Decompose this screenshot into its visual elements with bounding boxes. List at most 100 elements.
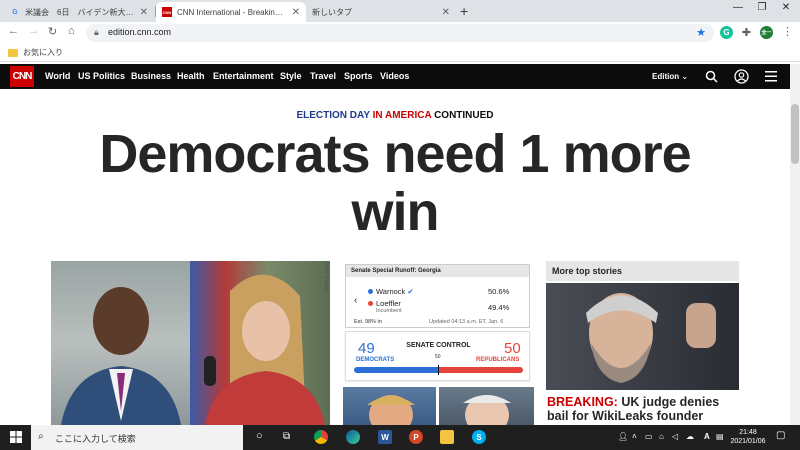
portrait-illustration [61, 287, 181, 425]
tab-title: CNN International - Breaking Ne [177, 7, 286, 17]
loeffler-photo[interactable] [190, 261, 330, 425]
trump-photo[interactable] [343, 387, 436, 425]
minimize-icon[interactable]: — [728, 2, 748, 13]
google-favicon-icon: G [12, 8, 18, 16]
photo-credit: Getty Images [323, 262, 329, 292]
bookmark-star-icon[interactable]: ★ [696, 26, 706, 39]
chevron-down-icon: ⌄ [681, 72, 689, 81]
dem-label: DEMOCRATS [356, 357, 395, 363]
account-icon[interactable] [734, 69, 749, 84]
new-tab-button[interactable]: + [460, 3, 468, 19]
candidate-name: Warnock [376, 287, 406, 296]
more-top-stories-title: More top stories [552, 266, 623, 276]
tab-google-search[interactable]: G 米議会 6日 バイデン新大統領 ✕ [4, 2, 154, 22]
tab-cnn[interactable]: CNN CNN International - Breaking Ne ✕ [156, 2, 306, 22]
show-hidden-icons-icon[interactable]: ˄ [632, 432, 637, 441]
close-tab-icon[interactable]: ✕ [442, 7, 450, 18]
taskbar-clock[interactable]: 21:48 2021/01/06 [728, 428, 768, 446]
candidate-warnock: Warnock ✔ [368, 287, 414, 296]
ime-indicator[interactable]: A [704, 432, 710, 441]
tab-title: 米議会 6日 バイデン新大統領 [25, 7, 134, 17]
tab-title: 新しいタブ [312, 7, 352, 17]
majority-line [438, 365, 439, 375]
nav-health[interactable]: Health [177, 71, 205, 81]
clock-date: 2021/01/06 [730, 438, 766, 445]
word-taskbar-icon[interactable]: W [378, 430, 392, 444]
nav-videos[interactable]: Videos [380, 71, 409, 81]
cnn-logo[interactable]: CNN [10, 66, 34, 87]
task-view-icon[interactable]: ⧉ [283, 431, 290, 442]
portrait-illustration [586, 293, 716, 383]
close-tab-icon[interactable]: ✕ [292, 7, 300, 18]
notification-icon[interactable]: ▢ [776, 430, 785, 441]
eyebrow-part1: ELECTION DAY [296, 110, 370, 121]
cnn-favicon-icon: CNN [162, 7, 172, 17]
taskbar-search-placeholder: ここに入力して検索 [55, 434, 136, 444]
forward-icon[interactable]: → [28, 25, 39, 37]
candidate-name: Loeffler [376, 299, 401, 308]
prev-arrow-icon[interactable]: ‹ [354, 295, 357, 306]
browser-toolbar: ← → ↻ ⌂ 🔒︎ edition.cnn.com ★ G ✚ 全一 ⋮ [0, 22, 800, 44]
breaking-headline[interactable]: BREAKING: UK judge denies bail for WikiL… [547, 395, 742, 423]
close-window-icon[interactable]: ✕ [776, 2, 796, 13]
nav-style[interactable]: Style [280, 71, 302, 81]
edition-selector[interactable]: Edition ⌄ [652, 72, 688, 81]
onedrive-icon[interactable]: ☁︎ [686, 432, 694, 441]
candidate-loeffler: Loeffler [368, 299, 401, 308]
main-headline[interactable]: Democrats need 1 more win [60, 125, 730, 241]
tab-new-tab[interactable]: 新しいタブ ✕ [306, 2, 456, 22]
skype-taskbar-icon[interactable]: S [472, 430, 486, 444]
search-icon[interactable] [705, 70, 718, 83]
pence-photo[interactable] [439, 387, 534, 425]
extensions-puzzle-icon[interactable]: ✚ [740, 26, 753, 39]
page-scrollbar[interactable] [790, 64, 800, 425]
home-icon[interactable]: ⌂ [68, 25, 75, 37]
eyebrow-banner[interactable]: ELECTION DAY IN AMERICA CONTINUED [0, 110, 790, 121]
profile-avatar[interactable]: 全一 [760, 26, 773, 39]
chrome-taskbar-icon[interactable] [314, 430, 328, 444]
eyebrow-part3: CONTINUED [434, 110, 494, 121]
bookmark-folder[interactable]: お気に入り [8, 47, 63, 58]
nav-sports[interactable]: Sports [344, 71, 373, 81]
edition-label: Edition [652, 72, 680, 81]
nav-entertainment[interactable]: Entertainment [213, 71, 274, 81]
edge-taskbar-icon[interactable] [346, 430, 360, 444]
back-icon[interactable]: ← [8, 25, 19, 37]
windows-start-icon[interactable] [10, 431, 22, 443]
close-tab-icon[interactable]: ✕ [140, 7, 148, 18]
file-explorer-taskbar-icon[interactable] [440, 430, 454, 444]
people-icon[interactable]: 👤︎ [618, 432, 628, 441]
assange-photo[interactable] [546, 283, 739, 390]
grammarly-extension-icon[interactable]: G [720, 26, 733, 39]
windows-taskbar: ⌕ ここに入力して検索 ○ ⧉ W P S 👤︎ ˄ ▭ ⌂ ◁ ☁︎ A ▤ … [0, 425, 800, 450]
hamburger-menu-icon[interactable] [765, 71, 777, 82]
candidate-pct: 49.4% [488, 303, 510, 312]
warnock-photo[interactable] [51, 261, 190, 425]
menu-dots-icon[interactable]: ⋮ [782, 25, 793, 38]
scrollbar-thumb[interactable] [791, 104, 799, 164]
senate-control-widget[interactable]: 49 DEMOCRATS SENATE CONTROL 50 50 REPUBL… [345, 331, 530, 381]
restore-icon[interactable]: ❐ [752, 2, 772, 13]
cnn-nav-bar: CNN World US Politics Business Health En… [0, 64, 790, 89]
runoff-results-widget[interactable]: Senate Special Runoff: Georgia ‹ Warnock… [345, 264, 530, 328]
candidate-pct: 50.6% [488, 287, 510, 296]
cortana-icon[interactable]: ○ [256, 430, 263, 442]
volume-icon[interactable]: ◁ [672, 432, 678, 441]
keyboard-icon[interactable]: ▤ [716, 432, 724, 441]
url-text[interactable]: edition.cnn.com [108, 27, 171, 37]
nav-world[interactable]: World [45, 71, 70, 81]
check-icon: ✔ [407, 287, 414, 296]
network-icon[interactable]: ⌂ [659, 432, 664, 441]
address-bar[interactable]: 🔒︎ edition.cnn.com ★ [86, 24, 714, 42]
taskbar-search[interactable]: ⌕ ここに入力して検索 [31, 425, 243, 450]
nav-business[interactable]: Business [131, 71, 171, 81]
search-icon: ⌕ [38, 431, 44, 442]
nav-us-politics[interactable]: US Politics [78, 71, 125, 81]
portrait-illustration [204, 274, 325, 425]
tab-strip: G 米議会 6日 バイデン新大統領 ✕ CNN CNN Internationa… [0, 0, 800, 22]
rep-label: REPUBLICANS [476, 357, 520, 363]
nav-travel[interactable]: Travel [310, 71, 336, 81]
powerpoint-taskbar-icon[interactable]: P [409, 430, 423, 444]
battery-icon[interactable]: ▭ [645, 432, 653, 441]
reload-icon[interactable]: ↻ [48, 25, 57, 38]
